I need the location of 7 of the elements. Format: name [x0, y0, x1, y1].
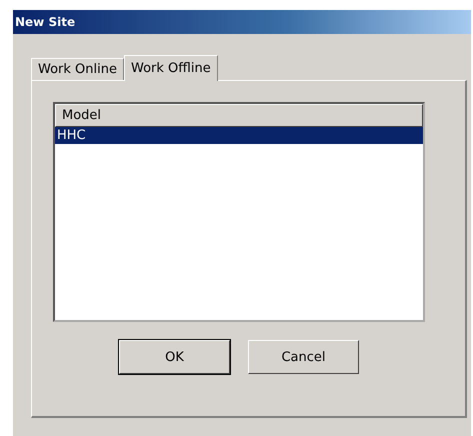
- list-item[interactable]: HHC: [55, 127, 423, 144]
- column-header[interactable]: Model: [55, 104, 423, 127]
- window-title: New Site: [13, 10, 471, 34]
- tab[interactable]: Work Offline: [124, 55, 218, 81]
- tab[interactable]: Work Online: [31, 58, 124, 80]
- ok-button[interactable]: OK: [119, 340, 230, 374]
- cancel-button[interactable]: Cancel: [248, 340, 359, 374]
